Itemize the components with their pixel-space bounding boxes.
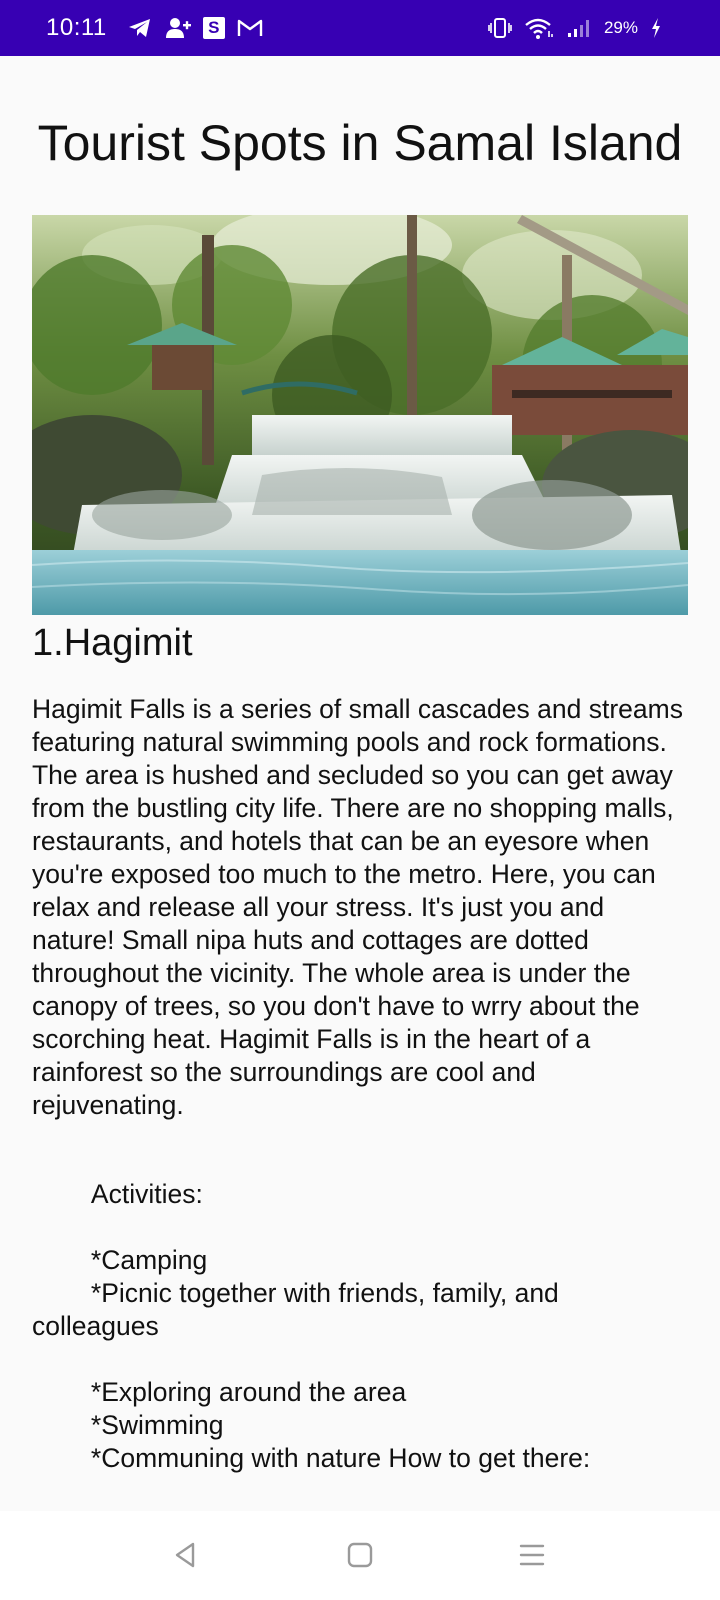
gmail-icon	[237, 18, 263, 38]
contact-add-icon	[165, 16, 191, 40]
page-title: Tourist Spots in Samal Island	[37, 115, 683, 171]
s-badge-icon: S	[202, 17, 225, 39]
battery-charging-icon	[650, 17, 662, 39]
status-bar: 10:11 S 29%	[0, 0, 720, 56]
activities-text: Activities: *Camping *Picnic together wi…	[32, 1179, 591, 1473]
spot-description: Hagimit Falls is a series of small casca…	[32, 694, 691, 1120]
status-left: 10:11 S	[46, 14, 263, 42]
screen: 10:11 S 29% Tourist Spots in Samal Islan…	[0, 0, 720, 1600]
status-right: 29%	[488, 17, 662, 39]
wifi-icon	[524, 17, 554, 39]
back-icon[interactable]	[163, 1533, 207, 1577]
navigation-bar	[0, 1511, 720, 1600]
home-icon[interactable]	[338, 1533, 382, 1577]
hagimit-falls-photo	[32, 215, 688, 615]
spot-heading: 1.Hagimit	[32, 622, 193, 664]
recents-icon[interactable]	[510, 1533, 554, 1577]
vibrate-icon	[488, 17, 512, 39]
signal-icon	[566, 17, 592, 39]
content-scroll-area[interactable]: Tourist Spots in Samal Island 1.Hagimit …	[0, 56, 720, 1511]
status-time: 10:11	[46, 14, 107, 41]
battery-percentage: 29%	[603, 18, 638, 37]
telegram-icon	[127, 17, 153, 39]
